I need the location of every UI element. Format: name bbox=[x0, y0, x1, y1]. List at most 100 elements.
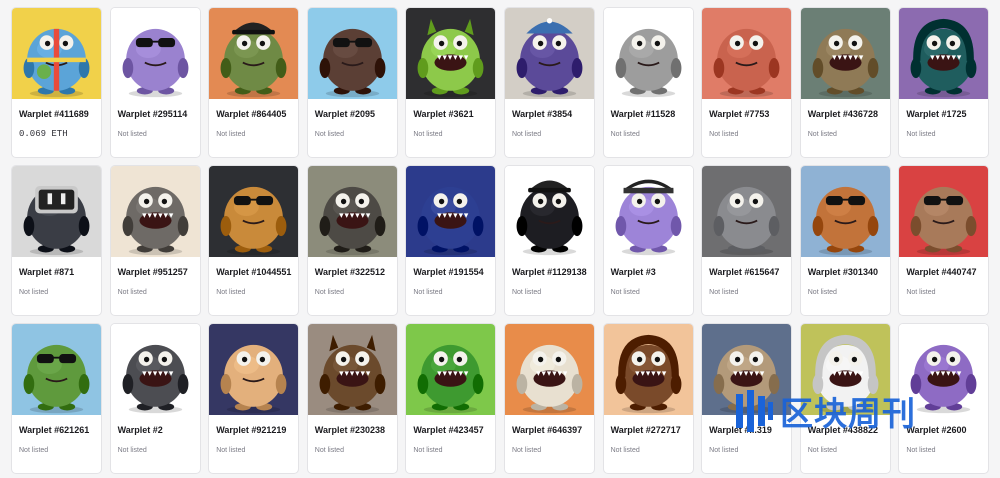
nft-listing-status: Not listed bbox=[906, 131, 936, 138]
nft-image[interactable] bbox=[800, 166, 890, 257]
nft-listing-status: Not listed bbox=[216, 289, 246, 296]
nft-name[interactable]: Warplet #440747 bbox=[906, 267, 976, 277]
nft-image[interactable] bbox=[307, 8, 397, 99]
nft-card[interactable]: Warplet #11528 Not listed bbox=[602, 7, 694, 158]
nft-card[interactable]: Warplet #1129138 Not listed bbox=[503, 165, 595, 316]
nft-name[interactable]: Warplet #11528 bbox=[611, 109, 676, 119]
nft-image[interactable] bbox=[702, 8, 792, 99]
nft-name[interactable]: Warplet #1044551 bbox=[216, 267, 291, 277]
nft-name[interactable]: Warplet #951257 bbox=[118, 267, 188, 277]
nft-name[interactable]: Warplet #1725 bbox=[906, 109, 966, 119]
nft-image[interactable] bbox=[12, 166, 101, 257]
nft-name[interactable]: Warplet #436728 bbox=[808, 109, 878, 119]
nft-card[interactable]: Warplet #2600 Not listed bbox=[898, 323, 990, 474]
nft-image[interactable] bbox=[899, 324, 989, 415]
nft-name[interactable]: Warplet #322512 bbox=[315, 267, 385, 277]
nft-name[interactable]: Warplet #...319 bbox=[709, 425, 772, 435]
nft-card[interactable]: Warplet #440747 Not listed bbox=[898, 165, 990, 316]
nft-image[interactable] bbox=[603, 8, 693, 99]
nft-image[interactable] bbox=[504, 8, 594, 99]
nft-card[interactable]: Warplet #2 Not listed bbox=[109, 323, 201, 474]
nft-card[interactable]: Warplet #...319 Not listed bbox=[701, 323, 793, 474]
nft-image[interactable] bbox=[406, 166, 496, 257]
nft-image[interactable] bbox=[800, 8, 890, 99]
nft-name[interactable]: Warplet #2600 bbox=[906, 425, 966, 435]
nft-price: 0.069 ETH bbox=[19, 129, 68, 139]
nft-name[interactable]: Warplet #230238 bbox=[315, 425, 385, 435]
nft-card[interactable]: Warplet #864405 Not listed bbox=[208, 7, 300, 158]
nft-name[interactable]: Warplet #295114 bbox=[118, 109, 188, 119]
nft-card[interactable]: Warplet #436728 Not listed bbox=[799, 7, 891, 158]
nft-name[interactable]: Warplet #3854 bbox=[512, 109, 572, 119]
nft-image[interactable] bbox=[209, 324, 299, 415]
nft-name[interactable]: Warplet #301340 bbox=[808, 267, 878, 277]
nft-image[interactable] bbox=[406, 8, 496, 99]
nft-listing-status: Not listed bbox=[511, 447, 542, 454]
nft-card[interactable]: Warplet #1725 Not listed bbox=[898, 7, 990, 158]
nft-image[interactable] bbox=[209, 166, 299, 257]
nft-card[interactable]: Warplet #871 Not listed bbox=[11, 165, 102, 316]
nft-card[interactable]: Warplet #3 Not listed bbox=[602, 165, 694, 316]
nft-card[interactable]: Warplet #295114 Not listed bbox=[109, 7, 201, 158]
nft-image[interactable] bbox=[504, 166, 594, 257]
nft-name[interactable]: Warplet #7753 bbox=[709, 109, 769, 119]
nft-image[interactable] bbox=[702, 324, 792, 415]
nft-image[interactable] bbox=[12, 8, 101, 99]
nft-image[interactable] bbox=[603, 166, 693, 257]
nft-card[interactable]: Warplet #646397 Not listed bbox=[503, 323, 595, 474]
nft-name[interactable]: Warplet #423457 bbox=[413, 425, 483, 435]
nft-card[interactable]: Warplet #411689 0.069 ETH bbox=[11, 7, 102, 158]
nft-card[interactable]: Warplet #230238 Not listed bbox=[306, 323, 398, 474]
nft-card[interactable]: Warplet #423457 Not listed bbox=[405, 323, 497, 474]
nft-name[interactable]: Warplet #411689 bbox=[19, 109, 89, 119]
nft-card[interactable]: Warplet #301340 Not listed bbox=[799, 165, 891, 316]
nft-card[interactable]: Warplet #322512 Not listed bbox=[306, 165, 398, 316]
nft-image[interactable] bbox=[800, 324, 890, 415]
nft-listing-status: Not listed bbox=[709, 131, 739, 138]
nft-card[interactable]: Warplet #921219 Not listed bbox=[208, 323, 300, 474]
nft-card[interactable]: Warplet #1044551 Not listed bbox=[208, 165, 300, 316]
nft-image[interactable] bbox=[307, 324, 397, 415]
nft-image[interactable] bbox=[110, 8, 200, 99]
nft-name[interactable]: Warplet #3 bbox=[611, 267, 656, 277]
nft-name[interactable]: Warplet #871 bbox=[19, 267, 74, 277]
nft-name[interactable]: Warplet #438822 bbox=[808, 425, 878, 435]
nft-name[interactable]: Warplet #864405 bbox=[216, 109, 286, 119]
nft-name[interactable]: Warplet #3621 bbox=[413, 109, 473, 119]
nft-image[interactable] bbox=[209, 8, 299, 99]
nft-image[interactable] bbox=[899, 8, 989, 99]
nft-image[interactable] bbox=[110, 166, 200, 257]
nft-listing-status: Not listed bbox=[610, 447, 640, 454]
nft-name[interactable]: Warplet #272717 bbox=[611, 425, 681, 435]
nft-card[interactable]: Warplet #951257 Not listed bbox=[109, 165, 201, 316]
nft-card[interactable]: Warplet #191554 Not listed bbox=[405, 165, 497, 316]
nft-listing-status: Not listed bbox=[906, 289, 936, 296]
nft-image[interactable] bbox=[307, 166, 397, 257]
nft-image[interactable] bbox=[702, 166, 792, 257]
nft-name[interactable]: Warplet #646397 bbox=[512, 425, 582, 435]
nft-name[interactable]: Warplet #191554 bbox=[413, 267, 483, 277]
nft-name[interactable]: Warplet #615647 bbox=[709, 267, 779, 277]
nft-card[interactable]: Warplet #3854 Not listed bbox=[503, 7, 595, 158]
nft-card[interactable]: Warplet #621261 Not listed bbox=[11, 323, 102, 474]
nft-name[interactable]: Warplet #1129138 bbox=[512, 267, 587, 277]
nft-image[interactable] bbox=[110, 324, 200, 415]
nft-card[interactable]: Warplet #2095 Not listed bbox=[306, 7, 398, 158]
nft-image[interactable] bbox=[603, 324, 693, 415]
nft-listing-status: Not listed bbox=[709, 289, 739, 296]
nft-card[interactable]: Warplet #615647 Not listed bbox=[701, 165, 793, 316]
nft-card[interactable]: Warplet #272717 Not listed bbox=[602, 323, 694, 474]
nft-name[interactable]: Warplet #921219 bbox=[216, 425, 286, 435]
nft-card[interactable]: Warplet #7753 Not listed bbox=[701, 7, 793, 158]
nft-card[interactable]: Warplet #438822 Not listed bbox=[799, 323, 891, 474]
nft-name[interactable]: Warplet #2 bbox=[118, 425, 163, 435]
nft-card[interactable]: Warplet #3621 Not listed bbox=[405, 7, 497, 158]
nft-listing-status: Not listed bbox=[413, 289, 443, 296]
nft-image[interactable] bbox=[899, 166, 989, 257]
nft-name[interactable]: Warplet #621261 bbox=[19, 425, 89, 435]
nft-image[interactable] bbox=[12, 324, 101, 415]
nft-image[interactable] bbox=[406, 324, 496, 415]
nft-image[interactable] bbox=[504, 324, 594, 415]
nft-grid: Warplet #411689 0.069 ETH Warplet #295114 N… bbox=[11, 7, 993, 474]
nft-name[interactable]: Warplet #2095 bbox=[315, 109, 375, 119]
